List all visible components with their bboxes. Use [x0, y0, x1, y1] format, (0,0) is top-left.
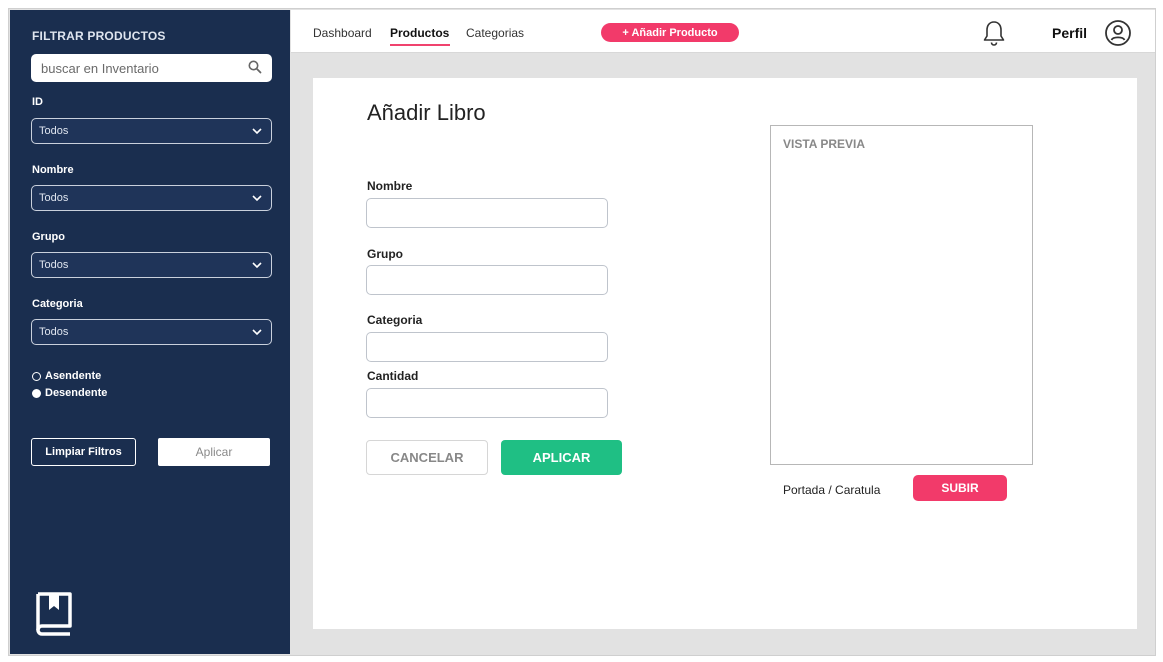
filter-label-nombre: Nombre: [32, 164, 74, 176]
nav-categorias[interactable]: Categorias: [466, 26, 524, 40]
chevron-down-icon: [252, 195, 262, 202]
categoria-input[interactable]: [367, 333, 607, 361]
sort-asc-label: Asendente: [45, 370, 102, 382]
nombre-field[interactable]: [366, 198, 608, 228]
filter-select-grupo[interactable]: Todos: [31, 252, 272, 278]
field-label-categoria: Categoria: [367, 313, 423, 327]
cover-label: Portada / Caratula: [783, 483, 881, 497]
cancel-button[interactable]: CANCELAR: [366, 440, 488, 475]
search-input[interactable]: [41, 59, 231, 77]
filter-select-value: Todos: [39, 125, 69, 137]
radio-checked-icon: [32, 388, 41, 398]
search-box[interactable]: [31, 54, 272, 82]
filter-sidebar: FILTRAR PRODUCTOS ID Todos Nombre Todos …: [10, 10, 290, 654]
filter-select-nombre[interactable]: Todos: [31, 185, 272, 211]
categoria-field[interactable]: [366, 332, 608, 362]
chevron-down-icon: [252, 262, 262, 269]
filter-select-value: Todos: [39, 326, 69, 338]
bell-icon[interactable]: [982, 19, 1006, 47]
sidebar-title: FILTRAR PRODUCTOS: [32, 29, 166, 43]
nav-productos[interactable]: Productos: [390, 26, 449, 40]
cover-preview-box: VISTA PREVIA: [770, 125, 1033, 465]
filter-label-id: ID: [32, 96, 43, 108]
grupo-field[interactable]: [366, 265, 608, 295]
chevron-down-icon: [252, 128, 262, 135]
cantidad-field[interactable]: [366, 388, 608, 418]
chevron-down-icon: [252, 329, 262, 336]
add-product-button[interactable]: + Añadir Producto: [601, 23, 739, 42]
filter-select-value: Todos: [39, 259, 69, 271]
top-navbar: Dashboard Productos Categorias + Añadir …: [291, 10, 1155, 53]
page-title: Añadir Libro: [367, 100, 486, 125]
upload-button[interactable]: SUBIR: [913, 475, 1007, 501]
filter-label-categoria: Categoria: [32, 298, 83, 310]
sort-desc-label: Desendente: [45, 387, 108, 399]
preview-label: VISTA PREVIA: [783, 137, 866, 151]
nombre-input[interactable]: [367, 199, 607, 227]
apply-button[interactable]: APLICAR: [501, 440, 622, 475]
nav-dashboard[interactable]: Dashboard: [313, 26, 372, 40]
search-icon[interactable]: [248, 60, 262, 74]
clear-filters-button[interactable]: Limpiar Filtros: [31, 438, 136, 466]
user-circle-icon[interactable]: [1104, 19, 1132, 47]
book-bookmark-icon: [36, 592, 72, 636]
sort-asc-radio[interactable]: Asendente: [32, 370, 101, 382]
filter-select-categoria[interactable]: Todos: [31, 319, 272, 345]
filter-select-id[interactable]: Todos: [31, 118, 272, 144]
field-label-cantidad: Cantidad: [367, 369, 419, 383]
sort-desc-radio[interactable]: Desendente: [32, 387, 107, 399]
field-label-grupo: Grupo: [367, 247, 403, 261]
active-tab-indicator: [390, 44, 450, 46]
radio-unchecked-icon: [32, 371, 41, 381]
filter-select-value: Todos: [39, 192, 69, 204]
filter-label-grupo: Grupo: [32, 231, 65, 243]
apply-filters-button[interactable]: Aplicar: [158, 438, 270, 466]
field-label-nombre: Nombre: [367, 179, 413, 193]
cantidad-input[interactable]: [367, 389, 607, 417]
add-book-card: Añadir Libro Nombre Grupo Categoria Cant…: [313, 78, 1137, 629]
grupo-input[interactable]: [367, 266, 607, 294]
profile-label[interactable]: Perfil: [1052, 25, 1087, 41]
